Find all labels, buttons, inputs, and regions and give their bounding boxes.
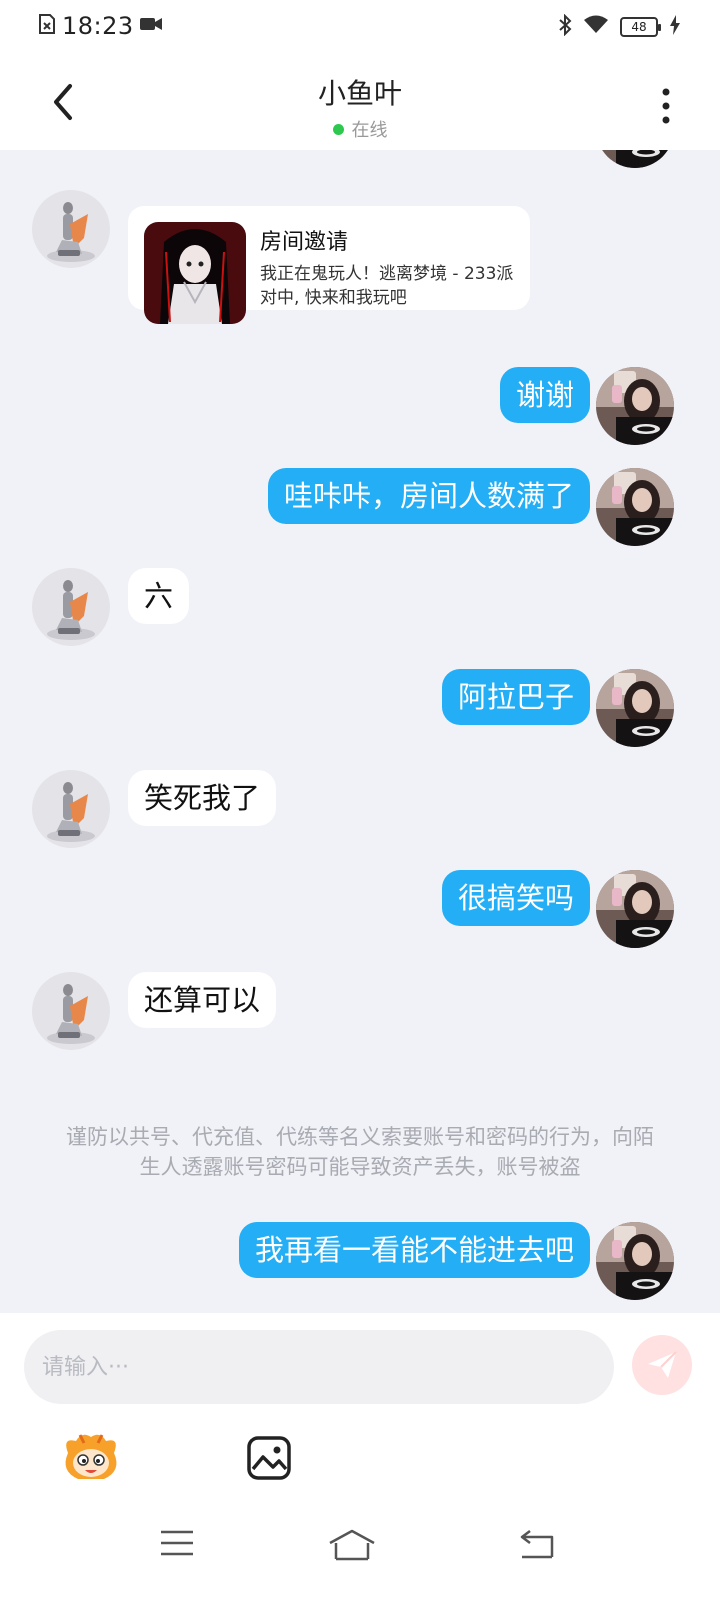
message-bubble-outgoing[interactable]: 阿拉巴子 [441,669,590,725]
nav-menu-button[interactable] [160,1529,194,1561]
message-bubble-incoming[interactable]: 笑死我了 [128,770,277,826]
invite-description: 我正在鬼玩人！逃离梦境 - 233派对中, 快来和我玩吧 [260,264,514,308]
more-options-button[interactable] [656,86,676,126]
chat-messages[interactable]: 房间邀请 我正在鬼玩人！逃离梦境 - 233派对中, 快来和我玩吧 谢谢 哇咔咔… [0,150,720,1313]
wifi-icon [584,15,608,39]
online-status: 在线 [0,116,720,142]
message-bubble-outgoing[interactable]: 哇咔咔，房间人数满了 [267,468,590,524]
status-left: 18:23 [38,12,162,40]
menu-icon [161,1530,193,1556]
self-avatar[interactable] [596,367,674,445]
message-input[interactable] [24,1330,614,1404]
room-invite-card[interactable]: 房间邀请 我正在鬼玩人！逃离梦境 - 233派对中, 快来和我玩吧 [128,206,530,324]
status-right: 48 [558,13,680,40]
self-avatar[interactable] [596,1222,674,1300]
contact-avatar[interactable] [32,190,110,268]
contact-name: 小鱼叶 [317,77,402,110]
emoji-button[interactable] [60,1431,122,1483]
invite-title: 房间邀请 [260,230,349,255]
more-vertical-icon [662,88,670,124]
home-icon [329,1529,375,1561]
bluetooth-icon [558,13,572,40]
nav-back-button[interactable] [518,1529,554,1563]
self-avatar[interactable] [596,150,674,168]
online-status-text: 在线 [351,120,388,141]
message-bubble-incoming[interactable]: 还算可以 [128,972,277,1028]
video-recording-icon [139,16,162,36]
input-panel [0,1313,720,1491]
image-icon [247,1436,291,1480]
status-time: 18:23 [62,12,134,40]
status-bar: 18:23 48 [0,0,720,56]
chat-header: 小鱼叶 在线 [0,56,720,150]
contact-avatar[interactable] [32,770,110,848]
game-thumbnail [144,222,246,324]
emoji-mascot-icon [65,1434,117,1479]
sim-card-icon [38,13,56,39]
return-icon [520,1530,554,1559]
message-bubble-incoming[interactable]: 六 [128,568,190,624]
charging-icon [670,15,680,39]
message-bubble-outgoing[interactable]: 我再看一看能不能进去吧 [238,1222,590,1278]
online-dot-icon [332,123,344,135]
nav-home-button[interactable] [328,1529,376,1565]
safety-notice: 谨防以共号、代充值、代练等名义索要账号和密码的行为，向陌生人透露账号密码可能导致… [66,1125,654,1179]
send-icon [648,1351,677,1378]
self-avatar[interactable] [596,468,674,546]
send-button[interactable] [632,1335,692,1395]
message-bubble-outgoing[interactable]: 谢谢 [499,367,590,423]
battery-indicator: 48 [620,17,661,37]
image-button[interactable] [246,1435,292,1481]
contact-avatar[interactable] [32,568,110,646]
message-bubble-outgoing[interactable]: 很搞笑吗 [441,870,590,926]
title-block: 小鱼叶 在线 [0,72,720,142]
system-nav-bar [0,1491,720,1606]
self-avatar[interactable] [596,870,674,948]
self-avatar[interactable] [596,669,674,747]
contact-avatar[interactable] [32,972,110,1050]
